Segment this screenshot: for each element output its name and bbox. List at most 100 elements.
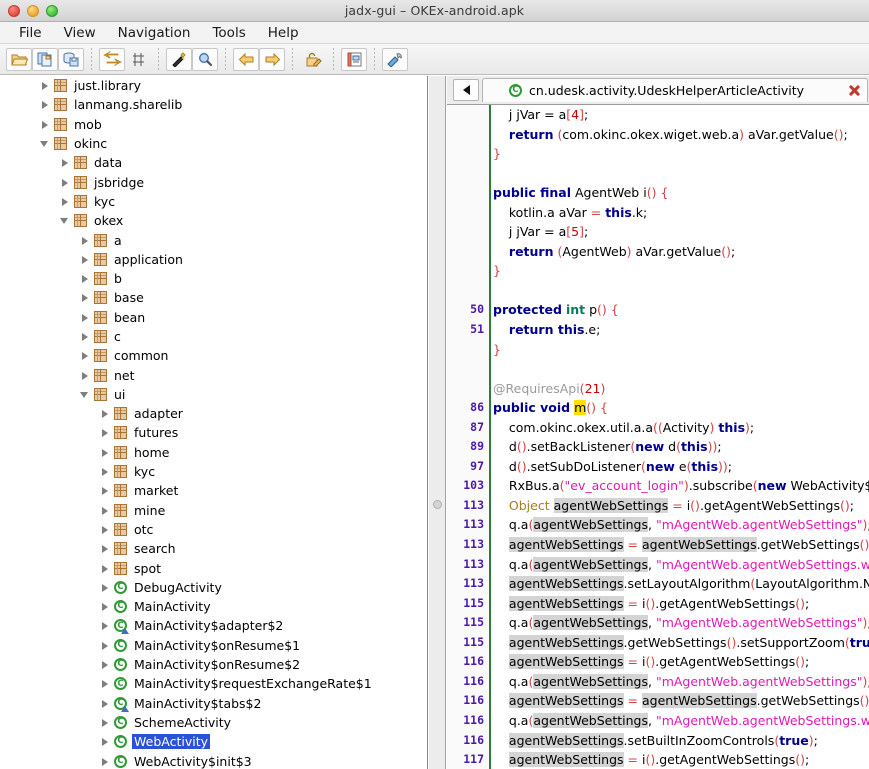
code-line[interactable]: q.a(agentWebSettings, "mAgentWeb.agentWe…: [493, 672, 869, 692]
code-line[interactable]: j jVar = a[4];: [493, 105, 869, 125]
chevron-right-icon[interactable]: [98, 562, 111, 575]
tree-node-WebActivity[interactable]: C WebActivity: [0, 732, 413, 751]
tree-node-mine[interactable]: mine: [0, 501, 413, 520]
chevron-right-icon[interactable]: [78, 253, 91, 266]
chevron-right-icon[interactable]: [78, 311, 91, 324]
code-line[interactable]: [493, 281, 869, 301]
magic-wand-button[interactable]: [166, 47, 192, 71]
splitter-grip[interactable]: [433, 500, 442, 509]
code-line[interactable]: q.a(agentWebSettings, "mAgentWeb.agentWe…: [493, 515, 869, 535]
code-line[interactable]: agentWebSettings = agentWebSettings.getW…: [493, 535, 869, 555]
code-line[interactable]: public void m() {: [493, 398, 869, 418]
chevron-right-icon[interactable]: [38, 118, 51, 131]
code-line[interactable]: q.a(agentWebSettings, "mAgentWeb.agentWe…: [493, 555, 869, 575]
log-viewer-button[interactable]: [341, 47, 367, 71]
chevron-right-icon[interactable]: [78, 234, 91, 247]
class-tree[interactable]: just.library lanmang.sharelib mob okinc data…: [0, 76, 413, 769]
tree-node-spot[interactable]: spot: [0, 558, 413, 577]
chevron-right-icon[interactable]: [58, 156, 71, 169]
tab-scroll-left-button[interactable]: [453, 79, 479, 101]
tree-node-c[interactable]: c: [0, 327, 413, 346]
code-line[interactable]: }: [493, 340, 869, 360]
menu-help[interactable]: Help: [257, 24, 310, 42]
code-line[interactable]: return this.e;: [493, 320, 869, 340]
code-line[interactable]: agentWebSettings.getWebSettings().setSup…: [493, 633, 869, 653]
chevron-right-icon[interactable]: [98, 619, 111, 632]
chevron-right-icon[interactable]: [98, 716, 111, 729]
copy-files-button[interactable]: [32, 47, 58, 71]
tree-node-jsbridge[interactable]: jsbridge: [0, 172, 413, 191]
chevron-right-icon[interactable]: [38, 98, 51, 111]
forward-button[interactable]: [259, 47, 285, 71]
code-line[interactable]: }: [493, 144, 869, 164]
code-line[interactable]: public final AgentWeb i() {: [493, 183, 869, 203]
menu-navigation[interactable]: Navigation: [107, 24, 202, 42]
sync-reload-button[interactable]: [99, 47, 125, 71]
menu-tools[interactable]: Tools: [201, 24, 256, 42]
back-button[interactable]: [233, 47, 259, 71]
tree-node-base[interactable]: base: [0, 288, 413, 307]
chevron-right-icon[interactable]: [78, 349, 91, 362]
code-line[interactable]: kotlin.a aVar = this.k;: [493, 203, 869, 223]
tree-node-search[interactable]: search: [0, 539, 413, 558]
code-line[interactable]: [493, 164, 869, 184]
code-line[interactable]: return (com.okinc.okex.wiget.web.a) aVar…: [493, 125, 869, 145]
chevron-right-icon[interactable]: [98, 677, 111, 690]
class-tree-panel[interactable]: just.library lanmang.sharelib mob okinc data…: [0, 76, 428, 769]
tree-node-okex[interactable]: okex: [0, 211, 413, 230]
tree-node-kyc[interactable]: kyc: [0, 462, 413, 481]
code-text[interactable]: j jVar = a[4]; return (com.okinc.okex.wi…: [493, 105, 869, 769]
chevron-right-icon[interactable]: [98, 600, 111, 613]
code-line[interactable]: q.a(agentWebSettings, "mAgentWeb.agentWe…: [493, 613, 869, 633]
tree-node-MainActivity-adapter-2[interactable]: C MainActivity$adapter$2: [0, 616, 413, 635]
tree-node-just-library[interactable]: just.library: [0, 76, 413, 95]
chevron-right-icon[interactable]: [78, 369, 91, 382]
code-line[interactable]: agentWebSettings = i().getAgentWebSettin…: [493, 594, 869, 614]
code-line[interactable]: d().setBackListener(new d(this));: [493, 437, 869, 457]
chevron-down-icon[interactable]: [58, 214, 71, 227]
code-line[interactable]: com.okinc.okex.util.a.a((Activity) this)…: [493, 418, 869, 438]
editor-tab-active[interactable]: C cn.udesk.activity.UdeskHelperArticleAc…: [482, 78, 868, 102]
tree-node-ui[interactable]: ui: [0, 385, 413, 404]
chevron-right-icon[interactable]: [98, 446, 111, 459]
tree-node-okinc[interactable]: okinc: [0, 134, 413, 153]
tree-node-MainActivity-onResume-2[interactable]: C MainActivity$onResume$2: [0, 655, 413, 674]
chevron-right-icon[interactable]: [58, 176, 71, 189]
chevron-right-icon[interactable]: [98, 697, 111, 710]
menu-view[interactable]: View: [53, 24, 107, 42]
tree-node-WebActivity-init-3[interactable]: C WebActivity$init$3: [0, 751, 413, 769]
tree-node-MainActivity-onResume-1[interactable]: C MainActivity$onResume$1: [0, 636, 413, 655]
tree-node-MainActivity-requestExchangeRate-1[interactable]: C MainActivity$requestExchangeRate$1: [0, 674, 413, 693]
tree-node-kyc[interactable]: kyc: [0, 192, 413, 211]
chevron-right-icon[interactable]: [98, 426, 111, 439]
code-line[interactable]: Object agentWebSettings = i().getAgentWe…: [493, 496, 869, 516]
chevron-right-icon[interactable]: [98, 755, 111, 768]
open-folder-button[interactable]: [6, 47, 32, 71]
chevron-down-icon[interactable]: [78, 388, 91, 401]
chevron-right-icon[interactable]: [98, 658, 111, 671]
code-line[interactable]: j jVar = a[5];: [493, 222, 869, 242]
chevron-right-icon[interactable]: [78, 272, 91, 285]
chevron-right-icon[interactable]: [78, 330, 91, 343]
tree-node-a[interactable]: a: [0, 230, 413, 249]
code-line[interactable]: return (AgentWeb) aVar.getValue();: [493, 242, 869, 262]
chevron-down-icon[interactable]: [38, 137, 51, 150]
chevron-right-icon[interactable]: [78, 291, 91, 304]
tree-node-DebugActivity[interactable]: C DebugActivity: [0, 578, 413, 597]
minimize-window-button[interactable]: [27, 5, 39, 17]
tree-node-bean[interactable]: bean: [0, 308, 413, 327]
chevron-right-icon[interactable]: [98, 465, 111, 478]
tree-node-net[interactable]: net: [0, 365, 413, 384]
chevron-right-icon[interactable]: [98, 581, 111, 594]
tree-node-mob[interactable]: mob: [0, 115, 413, 134]
tree-node-b[interactable]: b: [0, 269, 413, 288]
tree-node-MainActivity[interactable]: C MainActivity: [0, 597, 413, 616]
tree-node-home[interactable]: home: [0, 443, 413, 462]
code-line[interactable]: }: [493, 261, 869, 281]
tree-node-otc[interactable]: otc: [0, 520, 413, 539]
tree-node-lanmang-sharelib[interactable]: lanmang.sharelib: [0, 95, 413, 114]
chevron-right-icon[interactable]: [98, 407, 111, 420]
code-line[interactable]: [493, 359, 869, 379]
panel-splitter[interactable]: [429, 76, 446, 769]
zoom-window-button[interactable]: [46, 5, 58, 17]
